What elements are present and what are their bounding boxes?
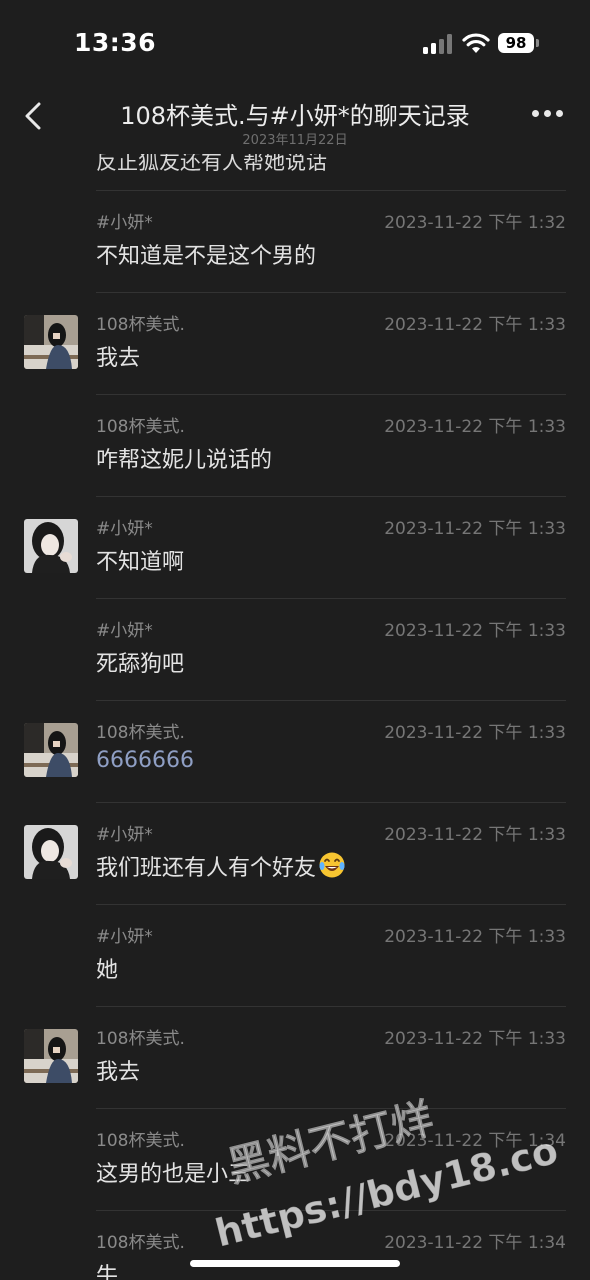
- sender-name: 108杯美式.: [96, 1131, 185, 1151]
- avatar[interactable]: [24, 519, 78, 573]
- message-text-content: 这男的也是小三: [96, 1162, 251, 1187]
- sender-name: 108杯美式.: [96, 1029, 185, 1049]
- message-timestamp: 2023-11-22 下午 1:33: [384, 417, 566, 437]
- message-timestamp: 2023-11-22 下午 1:33: [384, 825, 566, 845]
- chat-message[interactable]: 108杯美式. 2023-11-22 下午 1:33 我去: [0, 1006, 590, 1108]
- message-text: 牛: [96, 1258, 118, 1280]
- avatar[interactable]: [24, 315, 78, 369]
- chat-message[interactable]: 108杯美式. 2023-11-22 下午 1:34 牛: [0, 1210, 590, 1280]
- message-text: 不知道是不是这个男的: [96, 238, 316, 270]
- message-text: 她: [96, 952, 118, 984]
- sender-name: 108杯美式.: [96, 315, 185, 335]
- message-text-content: 不知道啊: [96, 550, 185, 575]
- sender-name: #小妍*: [96, 213, 153, 233]
- message-separator: [96, 496, 566, 497]
- message-text-content: 6666666: [96, 748, 194, 773]
- chat-message[interactable]: #小妍* 2023-11-22 下午 1:33 不知道啊: [0, 496, 590, 598]
- status-bar: 13:36 98: [0, 0, 590, 88]
- message-separator: [96, 802, 566, 803]
- sender-name: #小妍*: [96, 519, 153, 539]
- sender-name: #小妍*: [96, 621, 153, 641]
- message-separator: [96, 700, 566, 701]
- message-text-content: 死舔狗吧: [96, 652, 185, 677]
- message-separator: [96, 1006, 566, 1007]
- message-timestamp: 2023-11-22 下午 1:33: [384, 927, 566, 947]
- message-text-content: 我们班还有人有个好友: [96, 856, 317, 881]
- more-options-icon[interactable]: [532, 110, 564, 118]
- avatar[interactable]: [24, 1029, 78, 1083]
- message-text: 咋帮这妮儿说话的: [96, 442, 272, 474]
- message-separator: [96, 904, 566, 905]
- cellular-signal-icon: [423, 34, 453, 54]
- message-separator: [96, 1108, 566, 1109]
- message-timestamp: 2023-11-22 下午 1:33: [384, 315, 566, 335]
- sender-name: 108杯美式.: [96, 723, 185, 743]
- status-time: 13:36: [74, 28, 157, 57]
- chat-history-date: 2023年11月22日: [242, 133, 348, 148]
- message-timestamp: 2023-11-22 下午 1:32: [384, 213, 566, 233]
- wifi-icon: [462, 33, 490, 53]
- message-text-content: 牛: [96, 1264, 119, 1280]
- message-separator: [96, 394, 566, 395]
- message-separator: [96, 292, 566, 293]
- chat-message[interactable]: 108杯美式. 2023-11-22 下午 1:33 我去: [0, 292, 590, 394]
- chat-message[interactable]: 108杯美式. 2023-11-22 下午 1:33 6666666: [0, 700, 590, 802]
- message-timestamp: 2023-11-22 下午 1:34: [384, 1131, 566, 1151]
- chat-message[interactable]: 108杯美式. 2023-11-22 下午 1:34 这男的也是小三: [0, 1108, 590, 1210]
- message-timestamp: 2023-11-22 下午 1:33: [384, 519, 566, 539]
- message-text[interactable]: 6666666: [96, 748, 194, 773]
- message-text: 死舔狗吧: [96, 646, 184, 678]
- chat-message[interactable]: #小妍* 2023-11-22 下午 1:32 不知道是不是这个男的: [0, 190, 590, 292]
- laughing-tears-emoji-icon: [318, 851, 346, 885]
- sender-name: 108杯美式.: [96, 1233, 185, 1253]
- battery-tip: [536, 39, 539, 47]
- message-timestamp: 2023-11-22 下午 1:33: [384, 1029, 566, 1049]
- message-text: 这男的也是小三: [96, 1156, 250, 1188]
- sender-name: #小妍*: [96, 825, 153, 845]
- message-text: 我去: [96, 340, 140, 372]
- message-text: 不知道啊: [96, 544, 184, 576]
- battery-icon: 98: [498, 33, 534, 53]
- message-separator: [96, 1210, 566, 1211]
- sender-name: #小妍*: [96, 927, 153, 947]
- chat-message[interactable]: #小妍* 2023-11-22 下午 1:33 死舔狗吧: [0, 598, 590, 700]
- message-text-content: 不知道是不是这个男的: [96, 244, 317, 269]
- message-separator: [96, 598, 566, 599]
- message-timestamp: 2023-11-22 下午 1:33: [384, 723, 566, 743]
- chat-message[interactable]: #小妍* 2023-11-22 下午 1:33 她: [0, 904, 590, 1006]
- message-text-content: 咋帮这妮儿说话的: [96, 448, 273, 473]
- chat-history-title: 108杯美式.与#小妍*的聊天记录: [120, 102, 470, 130]
- message-text-content: 我去: [96, 346, 141, 371]
- message-text-partial: 反正狐友还有人帮她说话: [96, 154, 327, 174]
- message-text-content: 我去: [96, 1060, 141, 1085]
- avatar[interactable]: [24, 825, 78, 879]
- sender-name: 108杯美式.: [96, 417, 185, 437]
- message-text: 我们班还有人有个好友: [96, 850, 346, 885]
- message-text: 我去: [96, 1054, 140, 1086]
- message-separator: [96, 190, 566, 191]
- chat-message[interactable]: #小妍* 2023-11-22 下午 1:33 我们班还有人有个好友: [0, 802, 590, 904]
- message-timestamp: 2023-11-22 下午 1:34: [384, 1233, 566, 1253]
- home-indicator[interactable]: [190, 1260, 400, 1267]
- chat-history-list[interactable]: 反正狐友还有人帮她说话 #小妍* 2023-11-22 下午 1:32 不知道是不是…: [0, 154, 590, 1280]
- chat-message[interactable]: 108杯美式. 2023-11-22 下午 1:33 咋帮这妮儿说话的: [0, 394, 590, 496]
- avatar[interactable]: [24, 723, 78, 777]
- message-timestamp: 2023-11-22 下午 1:33: [384, 621, 566, 641]
- message-text-content: 她: [96, 958, 119, 983]
- navigation-bar: 108杯美式.与#小妍*的聊天记录 2023年11月22日: [0, 88, 590, 154]
